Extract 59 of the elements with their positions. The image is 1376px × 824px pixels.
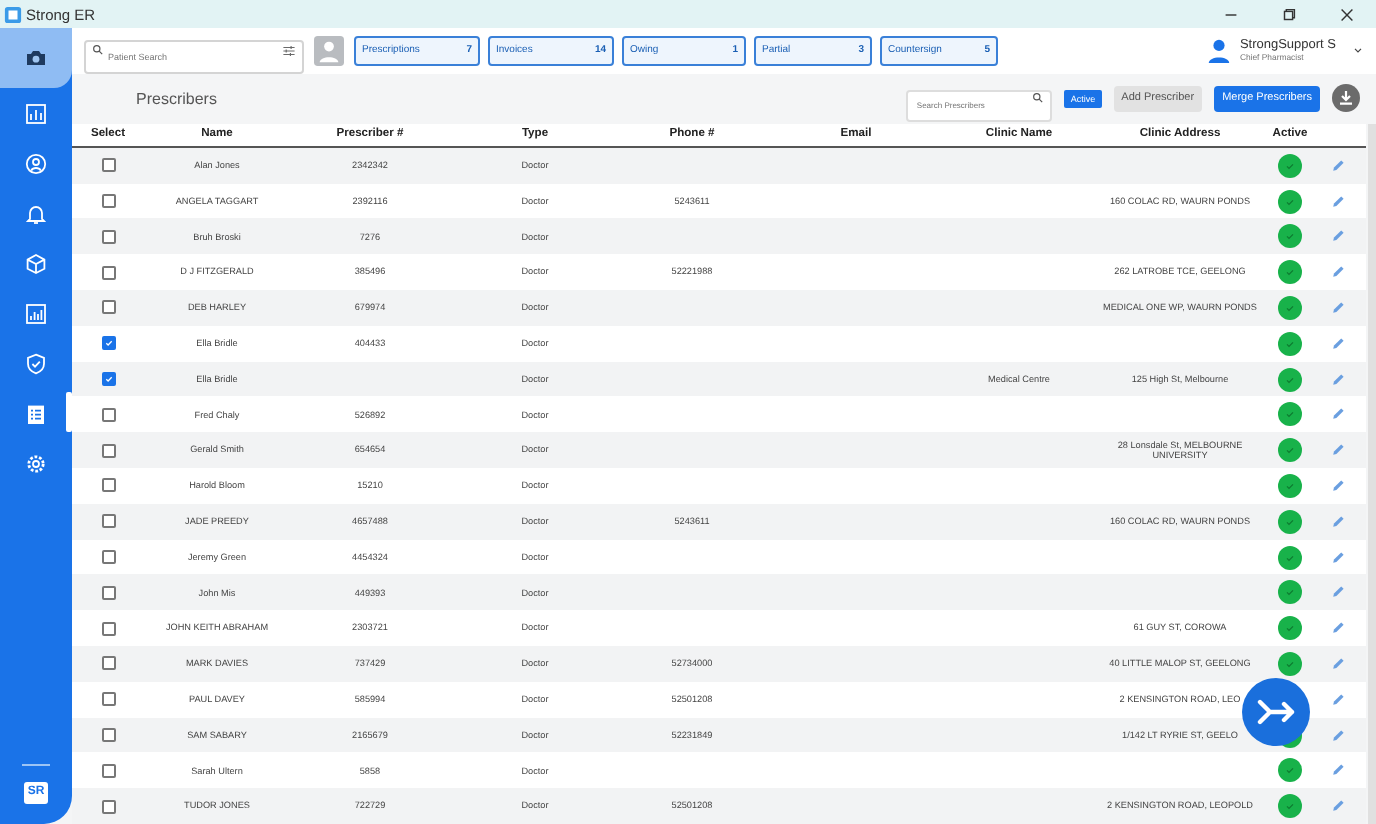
app-icon (4, 5, 22, 23)
checkbox[interactable] (101, 692, 115, 707)
edit-icon[interactable] (1330, 584, 1346, 601)
edit-icon[interactable] (1330, 727, 1346, 743)
checkbox[interactable] (101, 194, 115, 209)
edit-icon[interactable] (1330, 691, 1346, 708)
shield-check-icon (24, 351, 48, 375)
camera-icon (24, 46, 48, 70)
chart-icon (24, 101, 48, 125)
checkbox[interactable] (101, 621, 115, 636)
edit-icon[interactable] (1330, 228, 1346, 245)
cube-icon (24, 251, 48, 275)
restore-icon[interactable] (1280, 5, 1298, 23)
checkbox[interactable] (101, 372, 115, 387)
checkbox[interactable] (101, 478, 115, 493)
edit-icon[interactable] (1330, 157, 1346, 174)
clipboard-icon (24, 401, 48, 425)
checkbox[interactable] (101, 158, 115, 173)
download-icon[interactable] (1332, 84, 1360, 113)
checkbox[interactable] (101, 265, 115, 280)
checkbox[interactable] (101, 336, 115, 351)
checkbox[interactable] (101, 550, 115, 565)
checkbox[interactable] (101, 728, 115, 742)
person-icon (24, 151, 48, 175)
checkbox[interactable] (101, 443, 115, 458)
edit-icon[interactable] (1330, 442, 1346, 459)
search-icon (92, 44, 104, 57)
checkbox[interactable] (101, 763, 115, 778)
edit-icon[interactable] (1330, 264, 1346, 281)
checkbox[interactable] (101, 514, 115, 529)
checkbox[interactable] (101, 656, 115, 671)
bar-chart-icon (24, 301, 48, 325)
edit-icon[interactable] (1330, 371, 1346, 388)
edit-icon[interactable] (1330, 798, 1346, 815)
filter-icon[interactable] (282, 43, 296, 58)
settings-icon (24, 451, 48, 475)
checkbox[interactable] (101, 229, 115, 244)
checkbox[interactable] (101, 300, 115, 315)
merge-button[interactable] (1242, 678, 1310, 746)
edit-icon[interactable] (1330, 655, 1346, 672)
edit-icon[interactable] (1330, 549, 1346, 566)
checkbox[interactable] (101, 799, 115, 814)
page-title: Prescribers (136, 89, 217, 108)
edit-icon[interactable] (1330, 513, 1346, 530)
edit-icon[interactable] (1330, 620, 1346, 637)
edit-icon[interactable] (1330, 762, 1346, 779)
checkbox[interactable] (101, 585, 115, 600)
edit-icon[interactable] (1330, 406, 1346, 423)
bell-icon (24, 201, 48, 225)
edit-icon[interactable] (1330, 299, 1346, 316)
sidebar-item[interactable] (0, 28, 72, 88)
caret-icon[interactable] (1352, 44, 1364, 57)
edit-icon[interactable] (1330, 477, 1346, 494)
checkbox[interactable] (101, 407, 115, 422)
edit-icon[interactable] (1330, 335, 1346, 352)
user-icon (1205, 37, 1232, 64)
search-icon (1032, 91, 1045, 104)
edit-icon[interactable] (1330, 193, 1346, 210)
close-icon[interactable] (1338, 5, 1356, 23)
